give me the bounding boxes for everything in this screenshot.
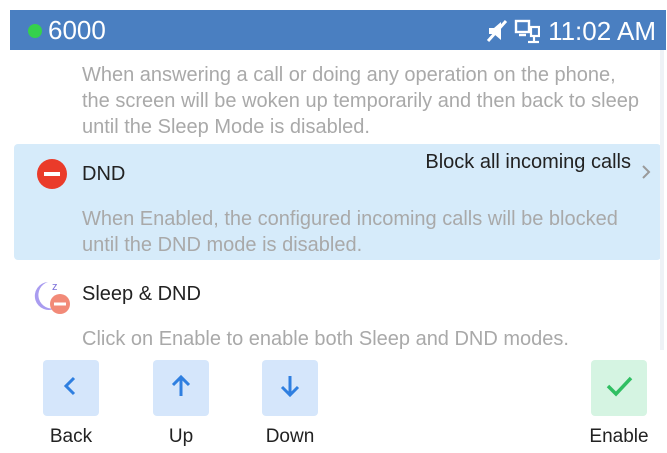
arrow-down-icon [277, 373, 303, 404]
status-dot-icon [28, 24, 42, 38]
checkmark-icon [604, 371, 634, 406]
status-right: 11:02 AM [484, 16, 656, 46]
chevron-right-icon [639, 164, 653, 185]
back-button[interactable]: Back [36, 360, 106, 448]
up-label: Up [168, 426, 194, 447]
chevron-left-icon [59, 374, 83, 403]
back-button-tile[interactable] [43, 360, 99, 416]
dnd-value: Block all incoming calls [425, 151, 631, 173]
sleep-description: When answering a call or doing any opera… [82, 64, 639, 138]
phone-screen: 6000 11:02 AM When answering a call or d… [10, 10, 666, 453]
sleep-dnd-icon: z [30, 276, 70, 321]
down-label: Down [265, 426, 315, 447]
softkey-bar: Back Up Down Enable [10, 350, 666, 453]
enable-button[interactable]: Enable [584, 360, 654, 448]
network-icon [514, 18, 541, 44]
dnd-description: When Enabled, the configured incoming ca… [82, 208, 618, 256]
enable-label: Enable [589, 426, 649, 447]
list-item-dnd[interactable]: DND Block all incoming calls When Enable… [14, 144, 661, 260]
status-bar: 6000 11:02 AM [10, 10, 666, 50]
sleep-dnd-title: Sleep & DND [82, 283, 201, 305]
extension-number: 6000 [48, 15, 106, 45]
up-button-tile[interactable] [153, 360, 209, 416]
dnd-title: DND [82, 163, 126, 185]
sleep-dnd-description: Click on Enable to enable both Sleep and… [82, 328, 569, 350]
list-item-sleep-dnd[interactable]: z Sleep & DND Click on Enable to enable … [10, 264, 666, 354]
enable-button-tile[interactable] [591, 360, 647, 416]
mic-muted-icon [484, 18, 510, 44]
scrollbar[interactable] [660, 50, 664, 350]
arrow-up-icon [168, 373, 194, 404]
dnd-icon [36, 158, 68, 195]
svg-text:z: z [52, 281, 58, 293]
down-button[interactable]: Down [255, 360, 325, 448]
up-button[interactable]: Up [146, 360, 216, 448]
back-label: Back [49, 426, 93, 447]
clock-time: 11:02 AM [548, 16, 656, 46]
down-button-tile[interactable] [262, 360, 318, 416]
settings-list[interactable]: When answering a call or doing any opera… [10, 50, 666, 350]
